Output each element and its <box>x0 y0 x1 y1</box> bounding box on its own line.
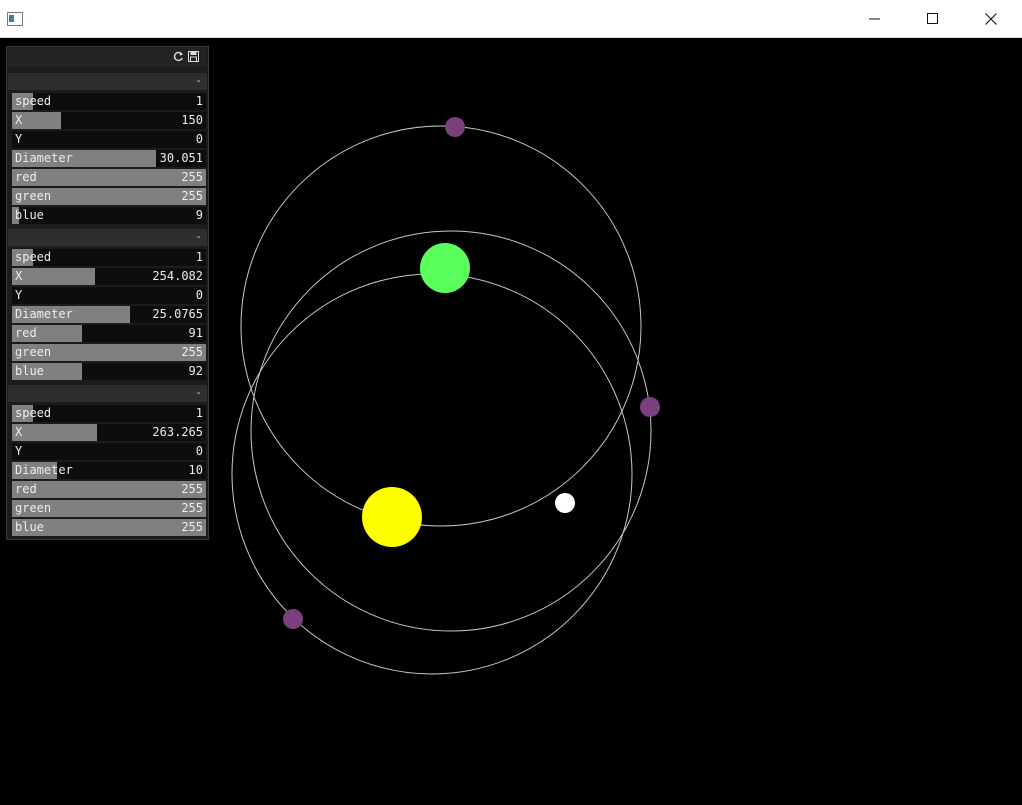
gui-panel: - speed 1 X 150 Y 0 Diameter 30.051 red 255 green 25… <box>6 46 209 540</box>
slider-fill <box>12 169 206 186</box>
moon <box>445 117 465 137</box>
slider-value: 91 <box>188 326 203 340</box>
slider-fill <box>12 424 97 441</box>
slider-diameter[interactable]: Diameter 30.051 <box>12 150 206 167</box>
slider-value: 255 <box>181 520 203 534</box>
slider-value: 255 <box>181 482 203 496</box>
white-planet <box>555 493 575 513</box>
slider-value: 255 <box>181 170 203 184</box>
slider-label: Y <box>15 288 23 302</box>
slider-blue[interactable]: blue 255 <box>12 519 206 536</box>
slider-red[interactable]: red 255 <box>12 481 206 498</box>
slider-label: blue <box>15 520 44 534</box>
slider-label: red <box>15 482 37 496</box>
minimize-button[interactable] <box>846 0 904 38</box>
slider-value: 0 <box>195 288 203 302</box>
slider-value: 25.0765 <box>152 307 203 321</box>
collapse-toggle[interactable]: - <box>195 229 202 246</box>
close-icon <box>985 13 997 25</box>
slider-speed[interactable]: speed 1 <box>12 93 206 110</box>
slider-label: blue <box>15 208 44 222</box>
slider-x[interactable]: X 263.265 <box>12 424 206 441</box>
slider-red[interactable]: red 91 <box>12 325 206 342</box>
orbit-paths <box>231 125 652 675</box>
group-title-bar[interactable]: - <box>8 73 207 90</box>
slider-green[interactable]: green 255 <box>12 500 206 517</box>
slider-x[interactable]: X 150 <box>12 112 206 129</box>
slider-label: red <box>15 326 37 340</box>
slider-speed[interactable]: speed 1 <box>12 249 206 266</box>
slider-label: X <box>15 269 23 283</box>
slider-label: Diameter <box>15 307 73 321</box>
slider-label: Diameter <box>15 463 73 477</box>
slider-value: 255 <box>181 189 203 203</box>
slider-label: speed <box>15 250 52 264</box>
slider-y[interactable]: Y0 <box>12 287 206 304</box>
group-title-bar[interactable]: - <box>8 385 207 402</box>
app-icon <box>7 12 23 26</box>
slider-label: green <box>15 501 52 515</box>
slider-label: speed <box>15 94 52 108</box>
slider-label: Y <box>15 444 23 458</box>
slider-value: 0 <box>195 132 203 146</box>
minimize-icon <box>869 18 880 20</box>
green-planet <box>420 243 470 293</box>
maximize-icon <box>927 13 938 24</box>
maximize-button[interactable] <box>904 0 962 38</box>
moon <box>283 609 303 629</box>
orbit-ring <box>240 125 642 527</box>
slider-value: 1 <box>195 406 203 420</box>
slider-value: 255 <box>181 501 203 515</box>
slider-fill <box>12 481 206 498</box>
slider-x[interactable]: X 254.082 <box>12 268 206 285</box>
group-title-bar[interactable]: - <box>8 229 207 246</box>
slider-label: X <box>15 113 23 127</box>
reload-icon[interactable] <box>173 51 184 62</box>
slider-blue[interactable]: blue 92 <box>12 363 206 380</box>
slider-value: 1 <box>195 250 203 264</box>
slider-label: blue <box>15 364 44 378</box>
sun <box>362 487 422 547</box>
slider-label: Diameter <box>15 151 73 165</box>
slider-value: 30.051 <box>159 151 203 165</box>
slider-y[interactable]: Y0 <box>12 131 206 148</box>
slider-value: 254.082 <box>152 269 203 283</box>
slider-green[interactable]: green 255 <box>12 188 206 205</box>
slider-value: 9 <box>195 208 203 222</box>
slider-value: 263.265 <box>152 425 203 439</box>
slider-y[interactable]: Y0 <box>12 443 206 460</box>
window-titlebar <box>0 0 1022 38</box>
collapse-toggle[interactable]: - <box>195 385 202 402</box>
slider-label: X <box>15 425 23 439</box>
slider-value: 0 <box>195 444 203 458</box>
slider-fill <box>12 268 95 285</box>
slider-value: 150 <box>181 113 203 127</box>
slider-label: green <box>15 189 52 203</box>
close-button[interactable] <box>962 0 1020 38</box>
slider-label: Y <box>15 132 23 146</box>
save-icon[interactable] <box>188 51 199 62</box>
slider-label: speed <box>15 406 52 420</box>
slider-label: green <box>15 345 52 359</box>
slider-value: 92 <box>188 364 203 378</box>
slider-label: red <box>15 170 37 184</box>
slider-speed[interactable]: speed 1 <box>12 405 206 422</box>
collapse-toggle[interactable]: - <box>195 73 202 90</box>
slider-diameter[interactable]: Diameter 10 <box>12 462 206 479</box>
gui-panel-header[interactable] <box>8 48 207 67</box>
moon <box>640 397 660 417</box>
slider-value: 1 <box>195 94 203 108</box>
slider-value: 255 <box>181 345 203 359</box>
slider-red[interactable]: red 255 <box>12 169 206 186</box>
slider-diameter[interactable]: Diameter 25.0765 <box>12 306 206 323</box>
slider-green[interactable]: green 255 <box>12 344 206 361</box>
slider-value: 10 <box>188 463 203 477</box>
slider-blue[interactable]: blue 9 <box>12 207 206 224</box>
